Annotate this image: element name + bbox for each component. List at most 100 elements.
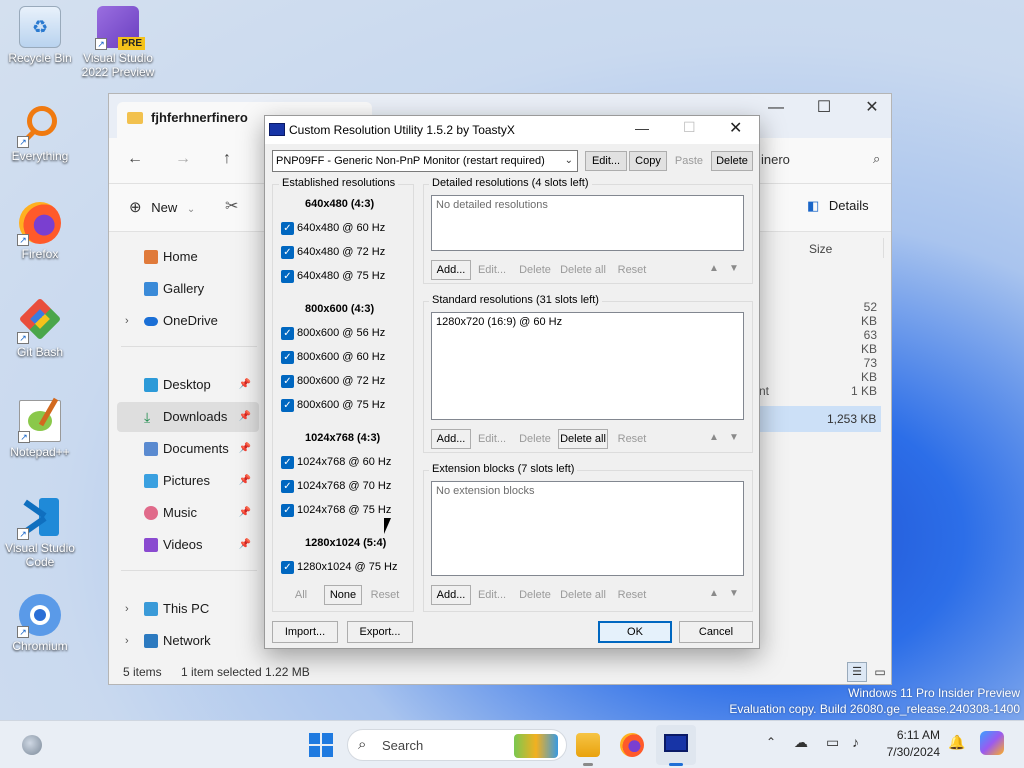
delete-detailed-button[interactable]: Delete: [515, 260, 555, 280]
delete-extension-button[interactable]: Delete: [515, 585, 555, 605]
nav-item-music[interactable]: Music 📌: [117, 498, 259, 528]
chevron-right-icon[interactable]: ›: [125, 626, 129, 656]
extension-blocks-list[interactable]: No extension blocks: [431, 481, 744, 576]
notification-bell-icon[interactable]: 🔔: [948, 734, 965, 751]
move-up-icon[interactable]: ▲: [709, 588, 719, 599]
selected-file-row[interactable]: 1,253 KB: [759, 406, 881, 432]
cru-taskbar-button[interactable]: [656, 725, 696, 766]
column-header-size[interactable]: Size: [809, 242, 832, 256]
copy-button[interactable]: Copy: [629, 151, 667, 171]
edit-detailed-button[interactable]: Edit...: [473, 260, 511, 280]
edit-standard-button[interactable]: Edit...: [473, 429, 511, 449]
nav-item-documents[interactable]: Documents 📌: [117, 434, 259, 464]
back-arrow-icon[interactable]: ←: [127, 150, 143, 168]
edit-monitor-button[interactable]: Edit...: [585, 151, 627, 171]
maximize-icon[interactable]: ☐: [683, 119, 696, 136]
desktop-icon-firefox[interactable]: ↗ Firefox: [0, 202, 80, 261]
volume-icon[interactable]: ♪: [852, 734, 859, 750]
resolution-checkbox[interactable]: ✓ 1280x1024 @ 75 Hz: [281, 559, 397, 575]
cancel-button[interactable]: Cancel: [679, 621, 753, 643]
chevron-right-icon[interactable]: ›: [125, 594, 129, 624]
reset-established-button[interactable]: Reset: [365, 585, 405, 605]
nav-item-pictures[interactable]: Pictures 📌: [117, 466, 259, 496]
paste-button[interactable]: Paste: [669, 151, 709, 171]
start-button-icon[interactable]: [309, 733, 333, 757]
maximize-icon[interactable]: ☐: [801, 94, 847, 122]
delete-all-standard-button[interactable]: Delete all: [558, 429, 608, 449]
resolution-checkbox[interactable]: ✓ 800x600 @ 56 Hz: [281, 325, 385, 341]
nav-item-onedrive[interactable]: › OneDrive: [117, 306, 259, 336]
resolution-checkbox[interactable]: ✓ 800x600 @ 75 Hz: [281, 397, 385, 413]
pin-icon[interactable]: 📌: [239, 402, 251, 432]
move-up-icon[interactable]: ▲: [709, 263, 719, 274]
delete-all-extension-button[interactable]: Delete all: [558, 585, 608, 605]
move-up-icon[interactable]: ▲: [709, 432, 719, 443]
reset-standard-button[interactable]: Reset: [611, 429, 653, 449]
detailed-resolutions-list[interactable]: No detailed resolutions: [431, 195, 744, 251]
desktop-icon-notepad-plus-plus[interactable]: ↗ Notepad++: [0, 397, 80, 459]
nav-item-gallery[interactable]: Gallery: [117, 274, 259, 304]
resolution-checkbox[interactable]: ✓ 1024x768 @ 70 Hz: [281, 478, 391, 494]
list-item[interactable]: 1280x720 (16:9) @ 60 Hz: [436, 316, 739, 328]
chevron-right-icon[interactable]: ›: [125, 306, 129, 336]
delete-standard-button[interactable]: Delete: [515, 429, 555, 449]
desktop-icon-git-bash[interactable]: ↗ Git Bash: [0, 297, 80, 359]
add-standard-button[interactable]: Add...: [431, 429, 471, 449]
delete-all-detailed-button[interactable]: Delete all: [558, 260, 608, 280]
resolution-checkbox[interactable]: ✓ 800x600 @ 72 Hz: [281, 373, 385, 389]
taskbar-search-box[interactable]: ⌕ Search: [347, 729, 567, 761]
details-button[interactable]: ◧ Details: [807, 198, 869, 214]
up-arrow-icon[interactable]: ↑: [223, 150, 231, 168]
move-down-icon[interactable]: ▼: [729, 588, 739, 599]
resolution-checkbox[interactable]: ✓ 640x480 @ 75 Hz: [281, 268, 385, 284]
desktop-icon-everything[interactable]: ↗ Everything: [0, 104, 80, 163]
desktop-icon-vscode[interactable]: ↗ Visual Studio Code: [0, 496, 80, 569]
nav-item-home[interactable]: Home: [117, 242, 259, 272]
nav-item-downloads[interactable]: ⤓ Downloads 📌: [117, 402, 259, 432]
reset-detailed-button[interactable]: Reset: [611, 260, 653, 280]
search-icon[interactable]: ⌕: [873, 151, 880, 167]
desktop-icon-chromium[interactable]: ↗ Chromium: [0, 594, 80, 653]
resolution-checkbox[interactable]: ✓ 1024x768 @ 75 Hz: [281, 502, 391, 518]
resolution-checkbox[interactable]: ✓ 1024x768 @ 60 Hz: [281, 454, 391, 470]
move-down-icon[interactable]: ▼: [729, 263, 739, 274]
nav-item-this-pc[interactable]: › This PC: [117, 594, 259, 624]
firefox-taskbar-icon[interactable]: [620, 733, 644, 757]
desktop-icon-recycle-bin[interactable]: ♻ Recycle Bin: [0, 6, 80, 65]
copilot-icon[interactable]: [980, 731, 1004, 755]
details-view-icon[interactable]: ☰: [847, 662, 867, 682]
pin-icon[interactable]: 📌: [239, 466, 251, 496]
delete-monitor-button[interactable]: Delete: [711, 151, 753, 171]
pin-icon[interactable]: 📌: [239, 434, 251, 464]
close-icon[interactable]: ✕: [729, 118, 742, 138]
select-none-button[interactable]: None: [324, 585, 362, 605]
cloud-offline-icon[interactable]: ☁: [794, 734, 808, 751]
pin-icon[interactable]: 📌: [239, 370, 251, 400]
export-button[interactable]: Export...: [347, 621, 413, 643]
desktop-icon-visual-studio[interactable]: PRE ↗ Visual Studio 2022 Preview: [78, 6, 158, 79]
address-bar-text[interactable]: inero: [761, 152, 790, 167]
pin-icon[interactable]: 📌: [239, 498, 251, 528]
chevron-up-icon[interactable]: ⌃: [766, 735, 776, 749]
forward-arrow-icon[interactable]: →: [175, 150, 191, 168]
resolution-checkbox[interactable]: ✓ 640x480 @ 72 Hz: [281, 244, 385, 260]
network-status-icon[interactable]: ▭: [826, 734, 839, 751]
select-all-button[interactable]: All: [283, 585, 319, 605]
monitor-select[interactable]: PNP09FF - Generic Non-PnP Monitor (resta…: [272, 150, 578, 172]
tiles-view-icon[interactable]: ▭: [871, 662, 889, 682]
clock-date[interactable]: 7/30/2024: [882, 745, 940, 759]
resolution-checkbox[interactable]: ✓ 640x480 @ 60 Hz: [281, 220, 385, 236]
nav-item-videos[interactable]: Videos 📌: [117, 530, 259, 560]
minimize-icon[interactable]: —: [635, 120, 649, 136]
add-extension-button[interactable]: Add...: [431, 585, 471, 605]
close-icon[interactable]: ✕: [849, 94, 895, 122]
import-button[interactable]: Import...: [272, 621, 338, 643]
cut-icon[interactable]: ✂: [225, 196, 238, 216]
ok-button[interactable]: OK: [598, 621, 672, 643]
new-button[interactable]: ⊕ New ⌄: [129, 198, 195, 216]
nav-item-network[interactable]: › Network: [117, 626, 259, 656]
clock-time[interactable]: 6:11 AM: [882, 728, 940, 742]
file-explorer-taskbar-icon[interactable]: [576, 733, 600, 757]
edit-extension-button[interactable]: Edit...: [473, 585, 511, 605]
pin-icon[interactable]: 📌: [239, 530, 251, 560]
